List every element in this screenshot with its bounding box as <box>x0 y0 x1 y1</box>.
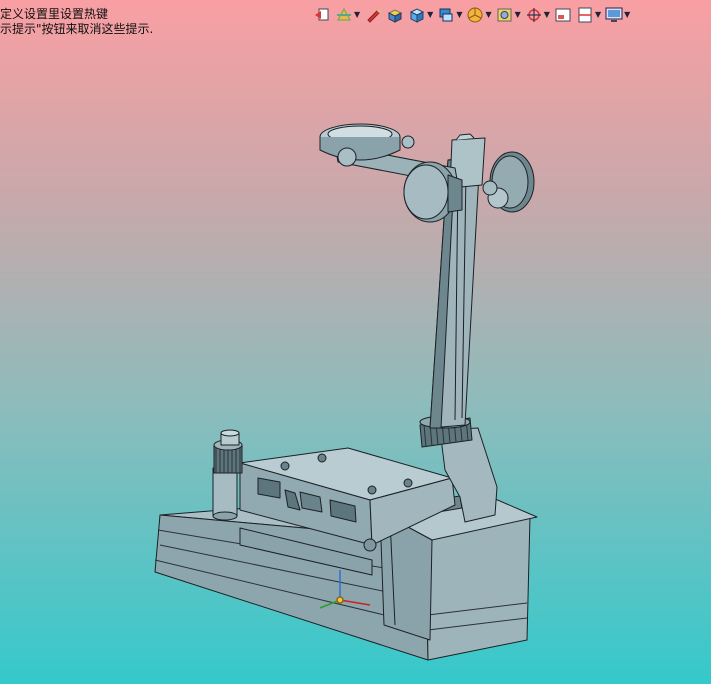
graphics-viewport[interactable]: 定义设置里设置热键 示提示"按钮来取消这些提示. ▼ ▼ ▼ ▼ ▼ ▼ ▼ ▼ <box>0 0 711 684</box>
adjust-knob-left <box>212 429 243 521</box>
cad-model-render[interactable] <box>0 0 711 684</box>
clamp-knob-right <box>482 151 535 213</box>
